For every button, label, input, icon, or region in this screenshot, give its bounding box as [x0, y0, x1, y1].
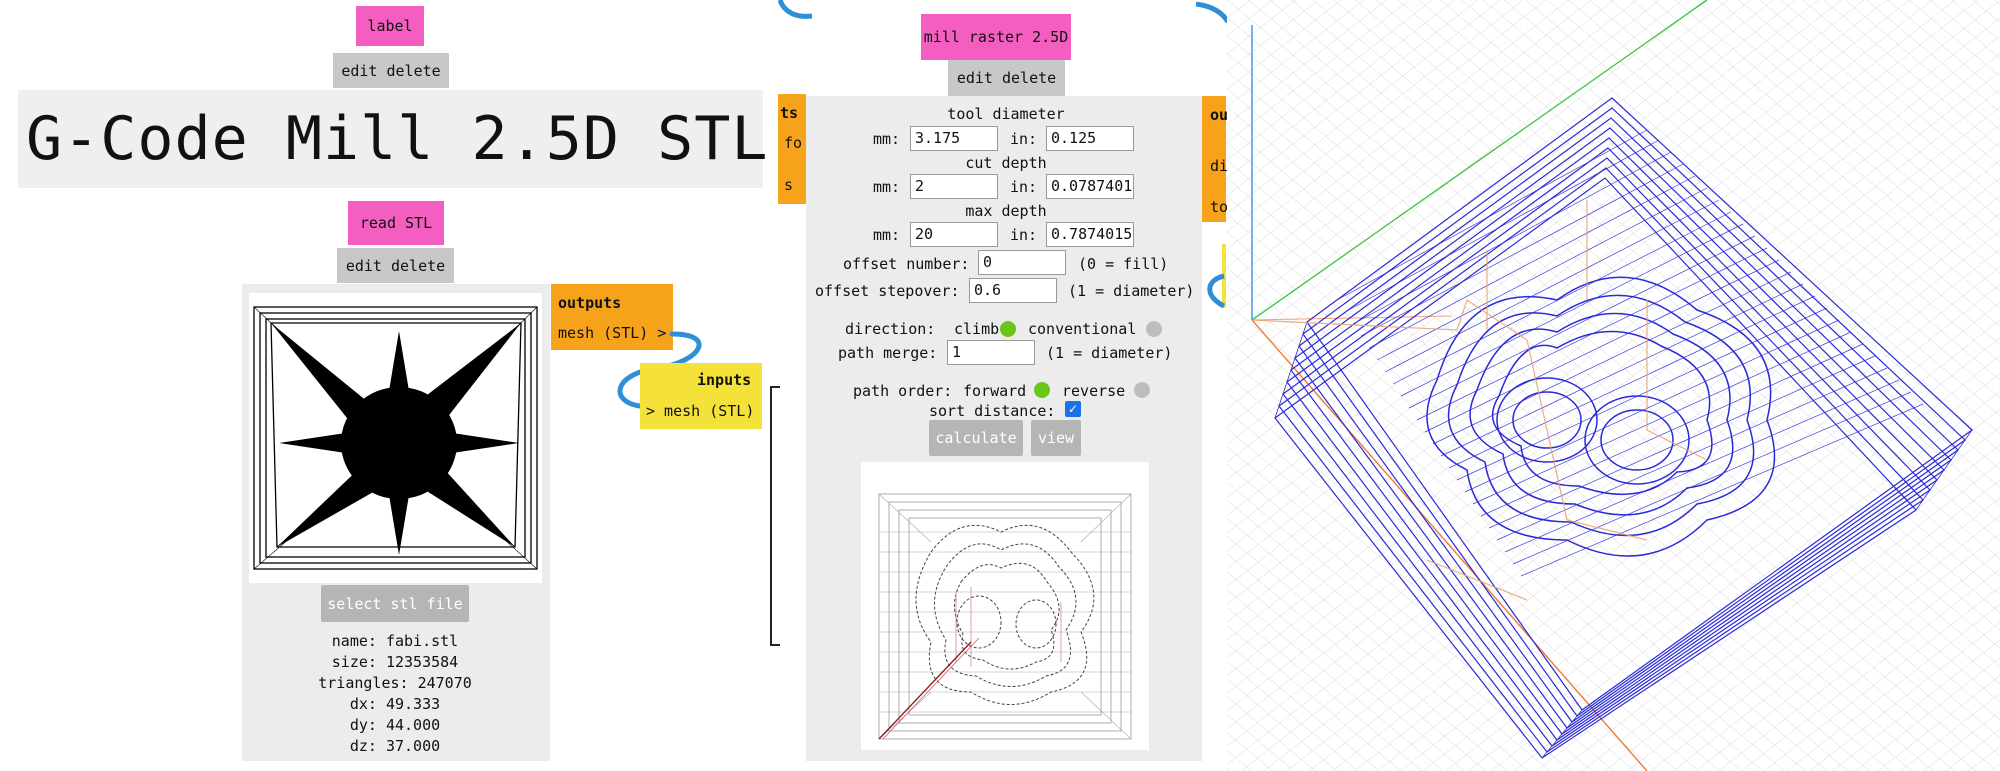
calculate-button[interactable]: calculate: [929, 420, 1023, 456]
delete-link[interactable]: delete: [391, 257, 445, 275]
max-depth-in-input[interactable]: 0.7874015: [1046, 222, 1134, 247]
path-order-label: path order:: [853, 382, 953, 400]
direction-conventional-radio[interactable]: [1146, 321, 1162, 337]
label-node-title[interactable]: label: [356, 6, 424, 46]
top-wire-left: [777, 0, 813, 19]
edit-link[interactable]: edit: [341, 62, 377, 80]
max-depth-label: max depth: [965, 202, 1047, 220]
offset-stepover-label: offset stepover:: [815, 282, 960, 300]
left-partial-output-2[interactable]: s: [784, 176, 793, 194]
offset-stepover-input[interactable]: 0.6: [969, 278, 1057, 303]
sort-distance-checkbox[interactable]: ✓: [1065, 401, 1081, 417]
max-depth-mm-input[interactable]: 20: [910, 222, 998, 247]
stl-dx: dx: 49.333: [349, 695, 441, 713]
tool-diameter-mm-label: mm:: [873, 130, 901, 148]
mill-raster-title[interactable]: mill raster 2.5D: [921, 14, 1071, 60]
path-merge-label: path merge:: [838, 344, 938, 362]
delete-link[interactable]: delete: [1002, 69, 1056, 87]
direction-climb-label: climb: [954, 320, 1000, 338]
direction-label: direction:: [845, 320, 936, 338]
toolpath-preview: [861, 462, 1149, 750]
label-node-actions: edit delete: [333, 53, 449, 88]
mill-raster-actions: edit delete: [948, 60, 1065, 96]
path-order-reverse-radio[interactable]: [1134, 382, 1150, 398]
right-partial-wire: [1207, 273, 1226, 309]
right-partial-output-1[interactable]: di: [1210, 157, 1228, 175]
read-stl-title[interactable]: read STL: [348, 201, 444, 245]
offset-number-label: offset number:: [843, 255, 970, 273]
max-depth-mm-label: mm:: [873, 226, 901, 244]
path-order-reverse-label: reverse: [1062, 382, 1126, 400]
right-partial-output-2[interactable]: to: [1210, 198, 1228, 216]
direction-conventional-label: conventional: [1028, 320, 1137, 338]
path-order-forward-radio[interactable]: [1034, 382, 1050, 398]
path-merge-input[interactable]: 1: [947, 340, 1035, 365]
stl-dy: dy: 44.000: [349, 716, 441, 734]
offset-number-hint: (0 = fill): [1078, 255, 1169, 273]
cut-depth-in-label: in:: [1010, 178, 1038, 196]
left-partial-outputs-title: ts: [780, 104, 799, 122]
toolpath-3d-viewport[interactable]: [1227, 0, 2000, 771]
direction-climb-radio[interactable]: [1000, 321, 1016, 337]
tool-diameter-in-input[interactable]: 0.125: [1046, 126, 1134, 151]
big-label-text: G-Code Mill 2.5D STL: [26, 104, 769, 174]
cut-depth-mm-input[interactable]: 2: [910, 174, 998, 199]
sort-distance-label: sort distance:: [929, 402, 1056, 420]
stl-name: name: fabi.stl: [331, 632, 459, 650]
cut-depth-label: cut depth: [965, 154, 1047, 172]
path-order-forward-label: forward: [963, 382, 1027, 400]
input-port-mesh[interactable]: > mesh (STL): [646, 402, 754, 420]
edit-link[interactable]: edit: [346, 257, 382, 275]
edit-link[interactable]: edit: [957, 69, 993, 87]
cut-depth-mm-label: mm:: [873, 178, 901, 196]
path-merge-hint: (1 = diameter): [1046, 344, 1173, 362]
stl-dz: dz: 37.000: [349, 737, 441, 755]
tool-diameter-in-label: in:: [1010, 130, 1038, 148]
tool-diameter-label: tool diameter: [947, 105, 1065, 123]
read-stl-actions: edit delete: [337, 248, 454, 283]
offset-stepover-hint: (1 = diameter): [1068, 282, 1195, 300]
inputs-title: inputs: [697, 371, 752, 389]
offset-number-input[interactable]: 0: [978, 250, 1066, 275]
view-button[interactable]: view: [1031, 420, 1081, 456]
delete-link[interactable]: delete: [386, 62, 440, 80]
mesh-preview: [249, 293, 542, 583]
top-wire-right: [1195, 1, 1231, 24]
select-stl-file-button[interactable]: select stl file: [321, 585, 469, 622]
partial-node-edge: [770, 386, 780, 646]
tool-diameter-mm-input[interactable]: 3.175: [910, 126, 998, 151]
cut-depth-in-input[interactable]: 0.0787401: [1046, 174, 1134, 199]
right-partial-outputs-title: ou: [1210, 106, 1229, 124]
outputs-title: outputs: [558, 294, 622, 312]
max-depth-in-label: in:: [1010, 226, 1038, 244]
left-partial-output-1[interactable]: fo: [784, 134, 802, 152]
stl-size: size: 12353584: [331, 653, 459, 671]
stl-triangles: triangles: 247070: [318, 674, 472, 692]
